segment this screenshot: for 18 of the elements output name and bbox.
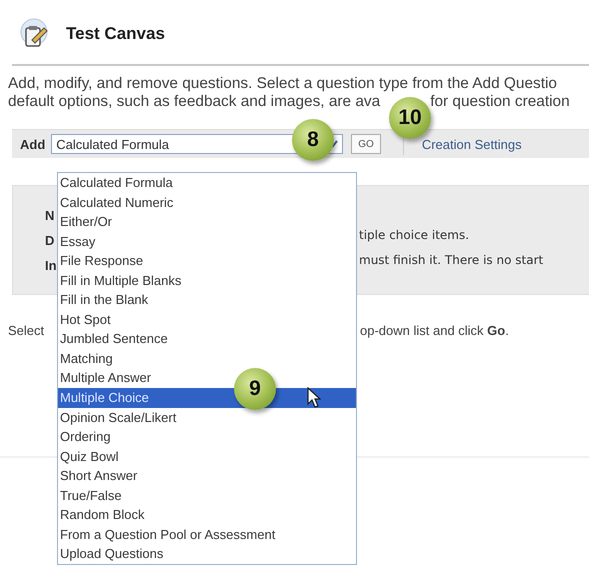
page-title: Test Canvas (66, 24, 165, 44)
mouse-pointer-icon (307, 387, 321, 409)
step-number-badge: 10 (389, 97, 431, 139)
instruction-text: op-down list and click Go. (360, 323, 510, 338)
go-button[interactable]: GO (351, 134, 381, 154)
info-text: tiple choice items. (359, 228, 470, 244)
description-text: default options, such as feedback and images, are ava (8, 93, 380, 111)
description-text: Add, modify, and remove questions. Select a question type from the Add Questio (8, 75, 557, 93)
creation-settings-link[interactable]: Creation Settings (422, 136, 522, 152)
step-number-badge: 8 (292, 119, 334, 161)
info-label: N (45, 208, 54, 222)
instruction-text: Select (8, 323, 46, 338)
info-text: must finish it. There is no start (359, 252, 544, 268)
description-text: for question creation (430, 93, 570, 111)
info-label: In (45, 258, 57, 272)
info-label: D (45, 232, 54, 248)
add-label: Add (20, 136, 46, 152)
dropdown-option[interactable]: Opinion Scale/Likert (58, 408, 356, 428)
